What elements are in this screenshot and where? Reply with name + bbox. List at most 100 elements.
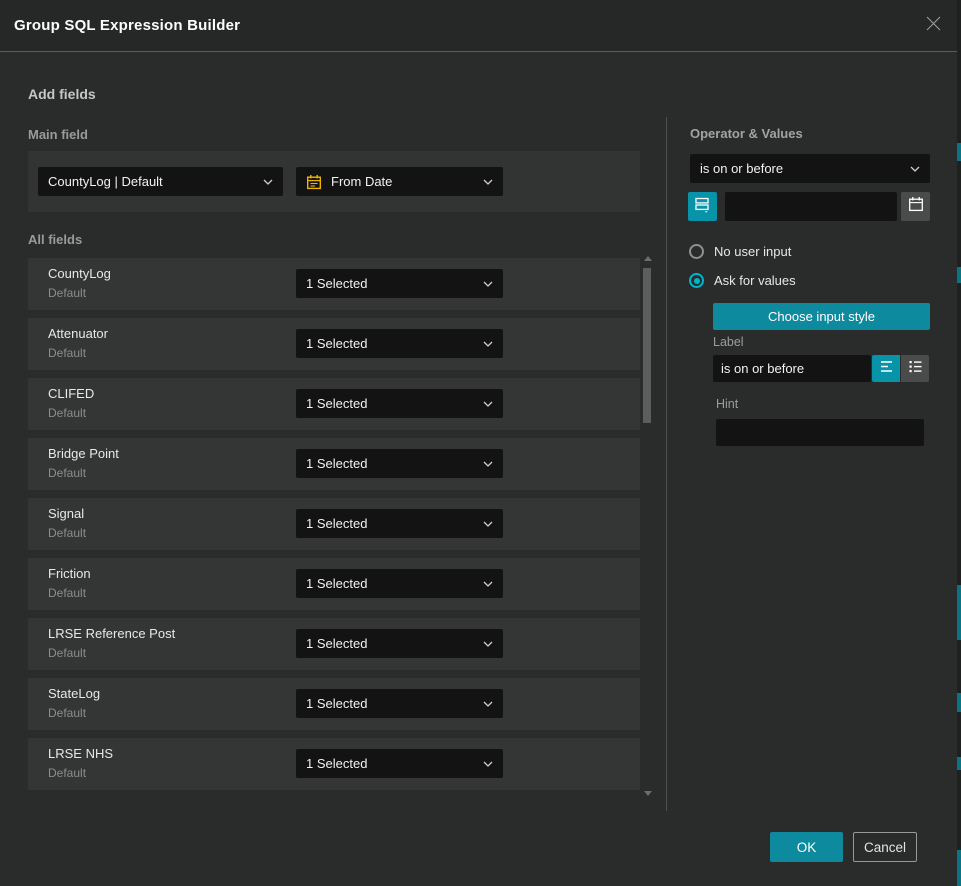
- field-values-select[interactable]: 1 Selected: [296, 749, 503, 778]
- field-values-select[interactable]: 1 Selected: [296, 509, 503, 538]
- panel-divider: [666, 117, 667, 811]
- list-style-button[interactable]: [901, 355, 929, 382]
- label-input[interactable]: [713, 355, 871, 382]
- field-values-select[interactable]: 1 Selected: [296, 269, 503, 298]
- chevron-down-icon: [483, 581, 493, 587]
- chevron-down-icon: [483, 281, 493, 287]
- calendar-icon: [908, 196, 924, 217]
- choose-input-style-button[interactable]: Choose input style: [713, 303, 930, 330]
- field-type: Default: [48, 646, 86, 660]
- align-left-icon: [879, 359, 894, 379]
- main-layer-select-value: CountyLog | Default: [48, 174, 255, 189]
- unique-values-icon: [694, 196, 711, 218]
- operator-values-heading: Operator & Values: [690, 126, 803, 141]
- chevron-down-icon: [483, 521, 493, 527]
- radio-no-user-input[interactable]: No user input: [689, 244, 791, 259]
- dialog-title: Group SQL Expression Builder: [14, 17, 240, 34]
- field-name: Signal: [48, 506, 84, 521]
- label-caption: Label: [713, 335, 744, 349]
- selected-count: 1 Selected: [306, 756, 475, 771]
- calendar-icon: [306, 174, 322, 190]
- field-type: Default: [48, 706, 86, 720]
- radio-ask-for-values[interactable]: Ask for values: [689, 273, 796, 288]
- main-date-field-select[interactable]: From Date: [296, 167, 503, 196]
- list-scrollbar[interactable]: [641, 254, 654, 796]
- chevron-down-icon: [483, 701, 493, 707]
- selected-count: 1 Selected: [306, 576, 475, 591]
- selected-count: 1 Selected: [306, 336, 475, 351]
- field-row-statelog: StateLog Default 1 Selected: [28, 678, 640, 730]
- chevron-down-icon: [483, 761, 493, 767]
- input-type-button[interactable]: [688, 192, 717, 221]
- selected-count: 1 Selected: [306, 636, 475, 651]
- field-type: Default: [48, 526, 86, 540]
- ok-button[interactable]: OK: [770, 832, 843, 862]
- field-values-select[interactable]: 1 Selected: [296, 329, 503, 358]
- cancel-button[interactable]: Cancel: [853, 832, 917, 862]
- radio-label: Ask for values: [714, 273, 796, 288]
- main-field-heading: Main field: [28, 127, 88, 142]
- operator-select[interactable]: is on or before: [690, 154, 930, 183]
- field-values-select[interactable]: 1 Selected: [296, 569, 503, 598]
- field-row-attenuator: Attenuator Default 1 Selected: [28, 318, 640, 370]
- chevron-down-icon: [910, 166, 920, 172]
- main-field-panel: CountyLog | Default From Date: [28, 151, 640, 212]
- field-row-friction: Friction Default 1 Selected: [28, 558, 640, 610]
- hint-input[interactable]: [716, 419, 924, 446]
- radio-circle-icon: [689, 244, 704, 259]
- field-name: CLIFED: [48, 386, 94, 401]
- chevron-down-icon: [483, 341, 493, 347]
- group-sql-expression-builder-dialog: Group SQL Expression Builder Add fields …: [0, 0, 961, 886]
- scroll-down-arrow-icon[interactable]: [644, 791, 652, 796]
- field-values-select[interactable]: 1 Selected: [296, 689, 503, 718]
- chevron-down-icon: [263, 179, 273, 185]
- field-name: CountyLog: [48, 266, 111, 281]
- field-row-signal: Signal Default 1 Selected: [28, 498, 640, 550]
- field-row-clifed: CLIFED Default 1 Selected: [28, 378, 640, 430]
- field-type: Default: [48, 346, 86, 360]
- field-values-select[interactable]: 1 Selected: [296, 389, 503, 418]
- scrollbar-thumb[interactable]: [643, 268, 651, 423]
- field-row-lrse-nhs: LRSE NHS Default 1 Selected: [28, 738, 640, 790]
- field-row-bridge-point: Bridge Point Default 1 Selected: [28, 438, 640, 490]
- title-bar: Group SQL Expression Builder: [0, 0, 957, 52]
- field-name: Friction: [48, 566, 91, 581]
- scroll-up-arrow-icon[interactable]: [644, 256, 652, 261]
- chevron-down-icon: [483, 401, 493, 407]
- value-input[interactable]: [725, 192, 897, 221]
- field-type: Default: [48, 586, 86, 600]
- selected-count: 1 Selected: [306, 696, 475, 711]
- selected-count: 1 Selected: [306, 396, 475, 411]
- main-date-field-value: From Date: [331, 174, 475, 189]
- main-layer-select[interactable]: CountyLog | Default: [38, 167, 283, 196]
- field-name: LRSE Reference Post: [48, 626, 175, 641]
- all-fields-heading: All fields: [28, 232, 82, 247]
- field-row-lrse-reference-post: LRSE Reference Post Default 1 Selected: [28, 618, 640, 670]
- field-type: Default: [48, 766, 86, 780]
- all-fields-list: CountyLog Default 1 Selected Attenuator …: [28, 258, 640, 790]
- field-name: LRSE NHS: [48, 746, 113, 761]
- field-name: Attenuator: [48, 326, 108, 341]
- close-button[interactable]: [909, 0, 957, 52]
- date-picker-button[interactable]: [901, 192, 930, 221]
- field-values-select[interactable]: 1 Selected: [296, 449, 503, 478]
- selected-count: 1 Selected: [306, 516, 475, 531]
- background-page-edge: [957, 0, 961, 886]
- close-icon: [925, 15, 942, 37]
- field-type: Default: [48, 286, 86, 300]
- selected-count: 1 Selected: [306, 276, 475, 291]
- field-values-select[interactable]: 1 Selected: [296, 629, 503, 658]
- single-line-style-button[interactable]: [872, 355, 900, 382]
- chevron-down-icon: [483, 179, 493, 185]
- field-type: Default: [48, 406, 86, 420]
- radio-label: No user input: [714, 244, 791, 259]
- add-fields-heading: Add fields: [28, 86, 96, 102]
- radio-selected-icon: [689, 273, 704, 288]
- selected-count: 1 Selected: [306, 456, 475, 471]
- hint-caption: Hint: [716, 397, 738, 411]
- operator-select-value: is on or before: [700, 161, 902, 176]
- chevron-down-icon: [483, 461, 493, 467]
- field-name: StateLog: [48, 686, 100, 701]
- bulleted-list-icon: [908, 359, 923, 379]
- field-name: Bridge Point: [48, 446, 119, 461]
